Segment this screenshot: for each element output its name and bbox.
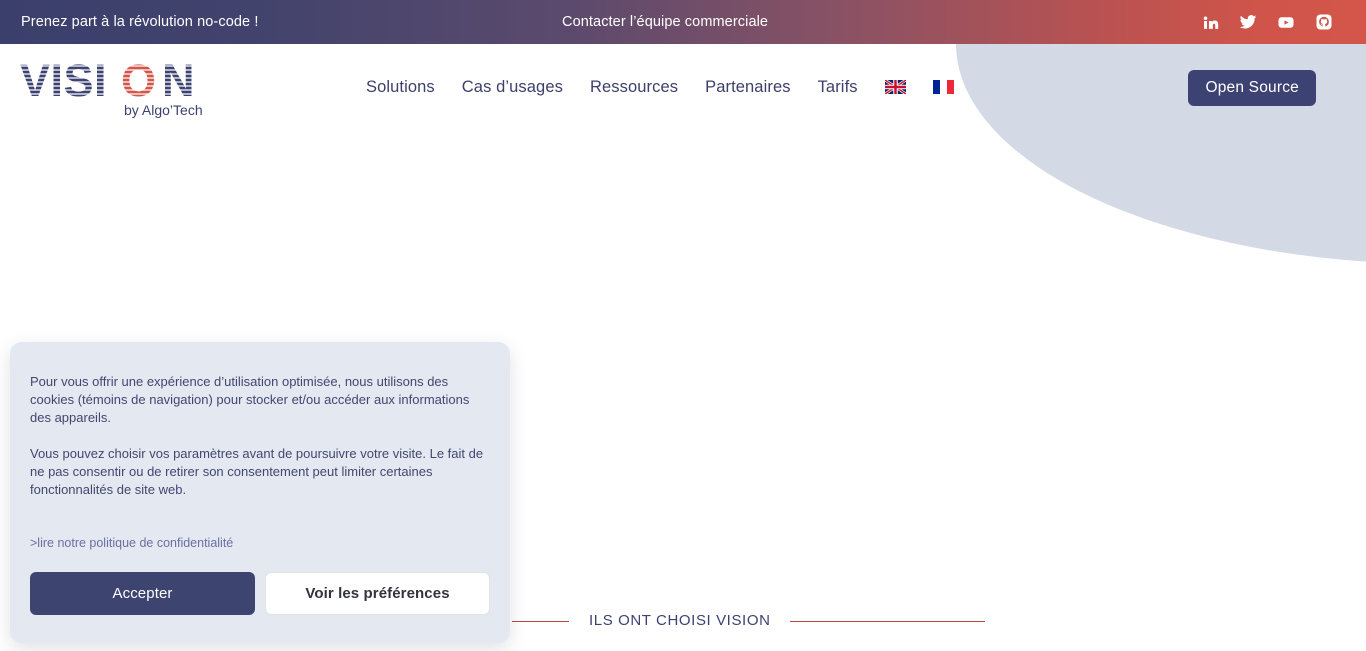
linkedin-icon[interactable] [1201,13,1219,31]
open-source-button[interactable]: Open Source [1188,70,1316,106]
cookie-paragraph-1: Pour vous offrir une expérience d’utilis… [30,374,470,425]
top-utility-bar: Prenez part à la révolution no-code ! Co… [0,0,1366,44]
rule-left [512,621,569,622]
promo-text: Prenez part à la révolution no-code ! [21,14,259,30]
nav-item-partenaires[interactable]: Partenaires [705,74,790,100]
contact-sales-link[interactable]: Contacter l’équipe commerciale [562,0,768,44]
svg-text:by Algo’Tech: by Algo’Tech [124,102,203,118]
svg-text:N: N [162,60,195,106]
youtube-icon[interactable] [1277,13,1295,31]
cookie-action-buttons: Accepter Voir les préférences [30,572,490,615]
flag-uk-icon [884,80,906,94]
github-icon[interactable] [1315,13,1333,31]
accept-cookies-button[interactable]: Accepter [30,572,255,615]
nav-item-cas-dusages[interactable]: Cas d’usages [462,74,563,100]
svg-text:O: O [121,60,157,106]
language-switch-en[interactable] [884,80,906,94]
site-logo[interactable]: VISI O N by Algo’Tech [20,60,212,122]
flag-fr-icon [932,80,954,94]
cookie-paragraph-2: Vous pouvez choisir vos paramètres avant… [30,446,484,497]
privacy-policy-link[interactable]: >lire notre politique de confidentialité [30,534,233,552]
main-navigation: Solutions Cas d’usages Ressources Parten… [366,74,954,100]
nav-item-tarifs[interactable]: Tarifs [818,74,858,100]
site-header: VISI O N by Algo’Tech Solutions Cas d’us… [0,44,1366,152]
social-links [1201,0,1333,44]
language-switch-fr[interactable] [932,80,954,94]
cookie-preferences-button[interactable]: Voir les préférences [265,572,490,615]
rule-right [790,621,985,622]
section-label-text: ILS ONT CHOISI VISION [589,612,771,629]
svg-text:VISI: VISI [20,60,107,106]
twitter-icon[interactable] [1239,13,1257,31]
nav-item-ressources[interactable]: Ressources [590,74,678,100]
nav-item-solutions[interactable]: Solutions [366,74,435,100]
